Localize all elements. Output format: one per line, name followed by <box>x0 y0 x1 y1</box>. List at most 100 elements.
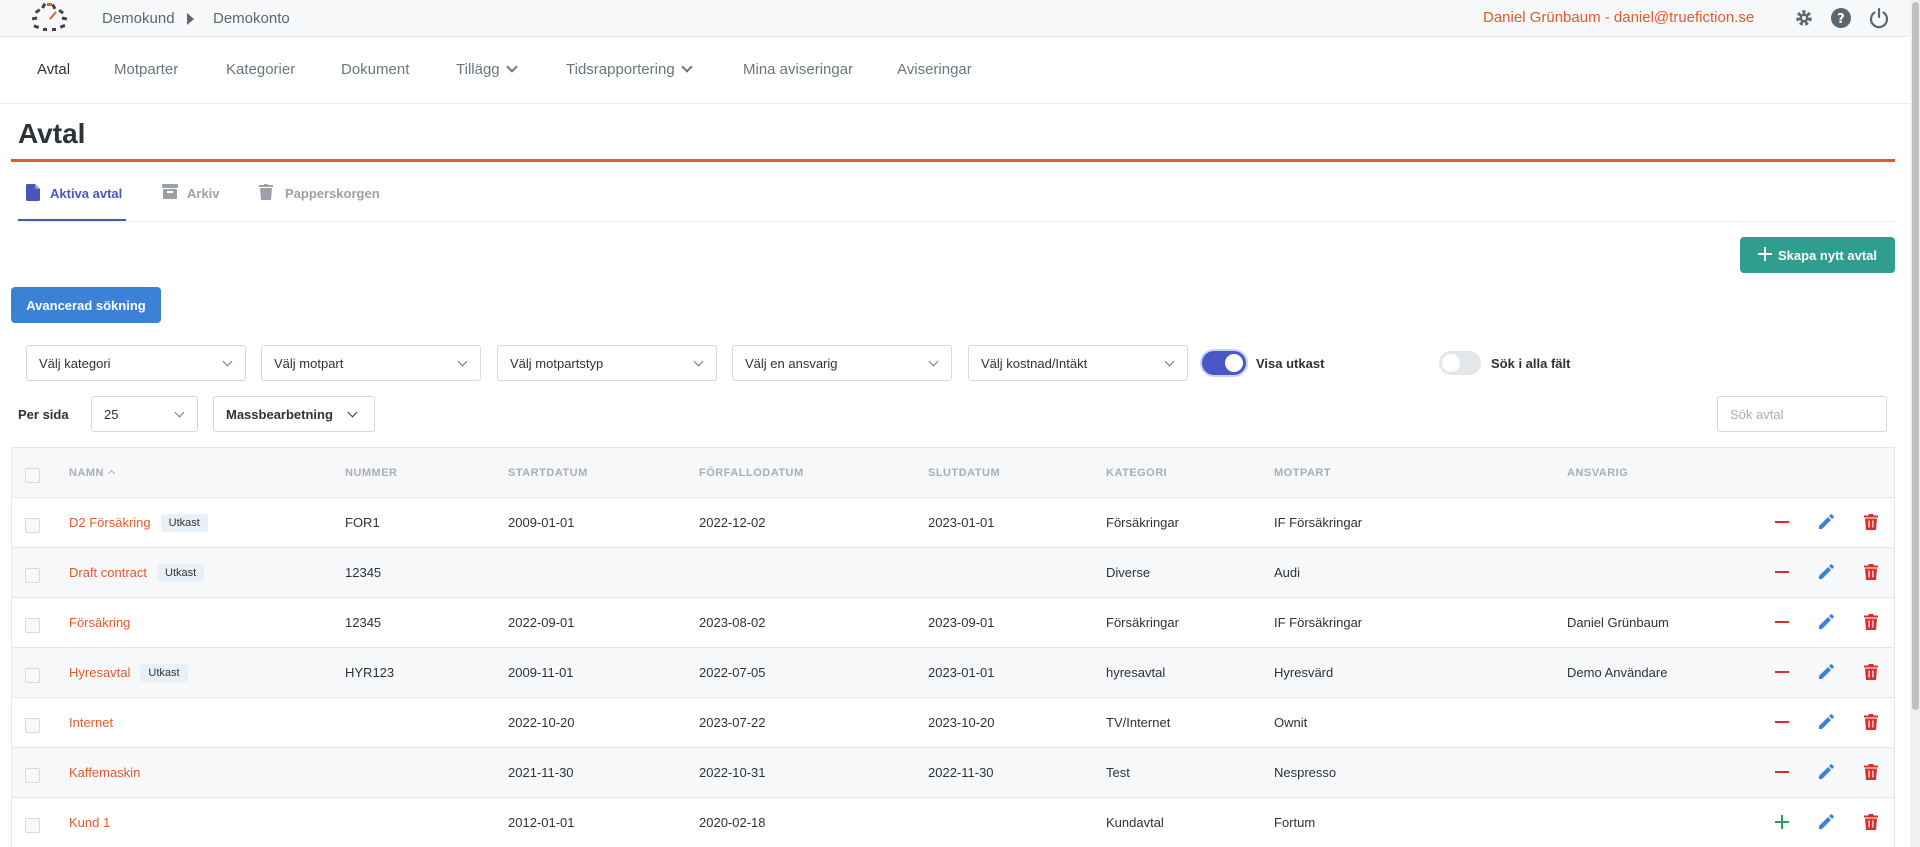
user-info[interactable]: Daniel Grünbaum - daniel@truefiction.se <box>1483 9 1754 26</box>
cell-name[interactable]: D2 Försäkring Utkast <box>69 514 208 533</box>
select-all-checkbox[interactable] <box>25 468 40 483</box>
gear-icon[interactable] <box>1793 7 1815 29</box>
contract-name-link[interactable]: Kaffemaskin <box>69 765 140 780</box>
row-checkbox[interactable] <box>25 668 40 683</box>
minus-icon[interactable] <box>1773 713 1791 731</box>
search-input[interactable] <box>1717 396 1887 432</box>
contract-name-link[interactable]: Hyresavtal <box>69 665 130 680</box>
tab-arkiv-label: Arkiv <box>187 186 220 201</box>
trash-icon[interactable] <box>1862 513 1880 531</box>
trash-icon[interactable] <box>1862 663 1880 681</box>
minus-icon[interactable] <box>1773 663 1791 681</box>
pencil-icon[interactable] <box>1817 613 1835 631</box>
responsible-select-value: Välj en ansvarig <box>745 356 838 371</box>
cell-name[interactable]: Försäkring <box>69 615 130 630</box>
advanced-search-button[interactable]: Avancerad sökning <box>11 287 161 323</box>
breadcrumb-customer[interactable]: Demokund <box>102 10 175 27</box>
cell-name[interactable]: Kund 1 <box>69 815 110 830</box>
pencil-icon[interactable] <box>1817 663 1835 681</box>
header-name[interactable]: NAMN <box>69 467 116 479</box>
trash-icon <box>259 184 273 200</box>
top-bar: Demokund Demokonto Daniel Grünbaum - dan… <box>0 0 1920 37</box>
pencil-icon[interactable] <box>1817 763 1835 781</box>
plus-icon <box>1758 247 1772 261</box>
cell-end-date: 2023-10-20 <box>928 715 995 730</box>
row-checkbox[interactable] <box>25 718 40 733</box>
pencil-icon[interactable] <box>1817 513 1835 531</box>
cost-income-select[interactable]: Välj kostnad/Intäkt <box>968 345 1188 381</box>
tab-aktiva-avtal[interactable]: Aktiva avtal <box>26 184 122 201</box>
contract-name-link[interactable]: Draft contract <box>69 565 147 580</box>
show-drafts-toggle[interactable] <box>1202 351 1246 375</box>
contract-name-link[interactable]: D2 Försäkring <box>69 515 151 530</box>
minus-icon[interactable] <box>1773 763 1791 781</box>
main-nav: Avtal Motparter Kategorier Dokument Till… <box>0 37 1910 104</box>
pencil-icon[interactable] <box>1817 713 1835 731</box>
nav-item-tidsrapportering[interactable]: Tidsrapportering <box>566 61 693 78</box>
plus-icon[interactable] <box>1773 813 1791 831</box>
tab-papperskorgen-label: Papperskorgen <box>285 186 380 201</box>
help-icon[interactable]: ? <box>1830 7 1852 29</box>
pencil-icon[interactable] <box>1817 813 1835 831</box>
header-category[interactable]: KATEGORI <box>1106 467 1167 479</box>
nav-item-mina-aviseringar[interactable]: Mina aviseringar <box>743 61 853 78</box>
minus-icon[interactable] <box>1773 563 1791 581</box>
nav-item-dokument[interactable]: Dokument <box>341 61 409 78</box>
header-counterparty[interactable]: MOTPART <box>1274 467 1331 479</box>
row-checkbox[interactable] <box>25 518 40 533</box>
nav-item-tillagg[interactable]: Tillägg <box>456 61 518 78</box>
sort-up-icon <box>107 469 116 478</box>
header-number[interactable]: NUMMER <box>345 467 398 479</box>
trash-icon[interactable] <box>1862 813 1880 831</box>
table-row: Kund 1 2012-01-01 2020-02-18 Kundavtal Fortu… <box>12 798 1894 847</box>
header-due-date[interactable]: FÖRFALLODATUM <box>699 467 804 479</box>
header-start-date[interactable]: STARTDATUM <box>508 467 588 479</box>
logo-icon[interactable] <box>28 3 72 33</box>
trash-icon[interactable] <box>1862 713 1880 731</box>
cell-category: Diverse <box>1106 565 1151 580</box>
minus-icon[interactable] <box>1773 613 1791 631</box>
cell-name[interactable]: Draft contract Utkast <box>69 564 205 583</box>
power-icon[interactable] <box>1868 7 1890 29</box>
responsible-select[interactable]: Välj en ansvarig <box>732 345 952 381</box>
cell-name[interactable]: Internet <box>69 715 113 730</box>
cell-name[interactable]: Hyresavtal Utkast <box>69 664 188 683</box>
header-responsible[interactable]: ANSVARIG <box>1567 467 1628 479</box>
nav-item-avtal[interactable]: Avtal <box>37 61 70 78</box>
contract-name-link[interactable]: Kund 1 <box>69 815 110 830</box>
cell-end-date: 2023-01-01 <box>928 665 995 680</box>
document-icon <box>26 184 40 201</box>
header-end-date[interactable]: SLUTDATUM <box>928 467 1000 479</box>
create-contract-button[interactable]: Skapa nytt avtal <box>1740 237 1895 273</box>
row-checkbox[interactable] <box>25 618 40 633</box>
pencil-icon[interactable] <box>1817 563 1835 581</box>
page-title: Avtal <box>18 118 86 149</box>
nav-item-aviseringar[interactable]: Aviseringar <box>897 61 972 78</box>
cell-due-date: 2022-10-31 <box>699 765 766 780</box>
tab-arkiv[interactable]: Arkiv <box>162 184 220 201</box>
category-select[interactable]: Välj kategori <box>26 345 246 381</box>
tab-papperskorgen[interactable]: Papperskorgen <box>259 184 380 201</box>
counterparty-type-select[interactable]: Välj motpartstyp <box>497 345 717 381</box>
row-checkbox[interactable] <box>25 568 40 583</box>
contract-name-link[interactable]: Försäkring <box>69 615 130 630</box>
row-checkbox[interactable] <box>25 768 40 783</box>
counterparty-select[interactable]: Välj motpart <box>261 345 481 381</box>
bulk-edit-dropdown[interactable]: Massbearbetning <box>213 396 375 432</box>
trash-icon[interactable] <box>1862 613 1880 631</box>
trash-icon[interactable] <box>1862 763 1880 781</box>
draft-badge: Utkast <box>157 564 205 582</box>
per-page-select[interactable]: 25 <box>91 396 198 432</box>
cell-name[interactable]: Kaffemaskin <box>69 765 140 780</box>
contract-name-link[interactable]: Internet <box>69 715 113 730</box>
minus-icon[interactable] <box>1773 513 1791 531</box>
breadcrumb-account[interactable]: Demokonto <box>213 10 290 27</box>
trash-icon[interactable] <box>1862 563 1880 581</box>
nav-item-kategorier[interactable]: Kategorier <box>226 61 295 78</box>
scrollbar-thumb[interactable] <box>1912 2 1919 710</box>
cell-number: 12345 <box>345 565 382 580</box>
chevron-down-icon <box>693 356 704 367</box>
search-all-fields-toggle[interactable] <box>1439 351 1481 375</box>
row-checkbox[interactable] <box>25 818 40 833</box>
nav-item-motparter[interactable]: Motparter <box>114 61 178 78</box>
